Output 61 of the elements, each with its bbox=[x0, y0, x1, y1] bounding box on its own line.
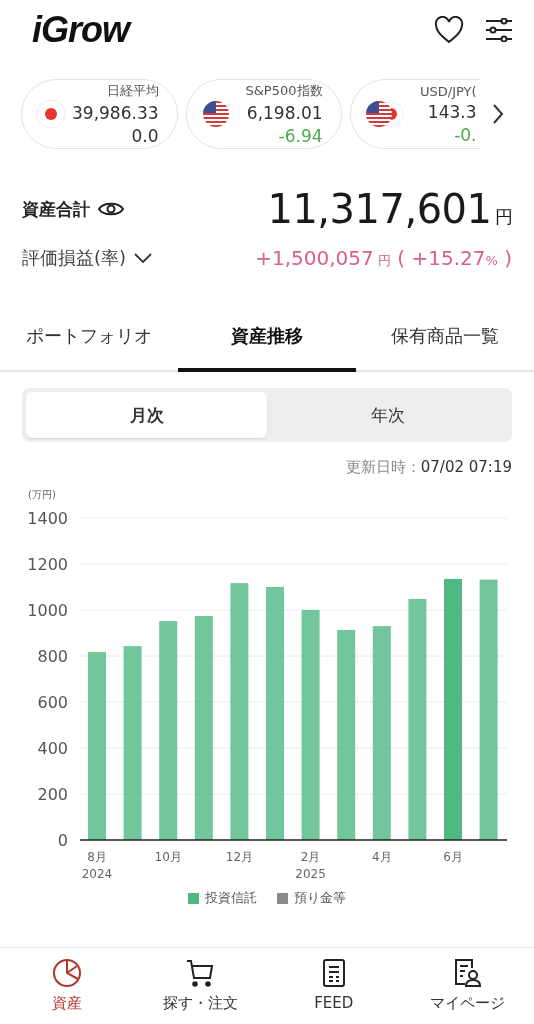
y-tick-label: 800 bbox=[37, 647, 68, 666]
ticker-change: -0. bbox=[454, 124, 477, 145]
bar[interactable] bbox=[194, 616, 213, 840]
tab[interactable]: 資産推移 bbox=[178, 310, 356, 372]
total-assets-label: 資産合計 bbox=[22, 197, 90, 221]
ticker-name: 日経平均 bbox=[106, 82, 159, 100]
x-tick-label: 4月 bbox=[372, 850, 392, 864]
ticker-change: 0.0 bbox=[131, 126, 159, 146]
bar[interactable] bbox=[408, 598, 427, 840]
x-tick-label: 6月 bbox=[443, 850, 463, 864]
bar[interactable] bbox=[159, 621, 178, 840]
bar[interactable] bbox=[444, 578, 462, 840]
x-tick-label: 12月 bbox=[225, 850, 254, 864]
ticker-price: 39,986.33 bbox=[72, 103, 159, 123]
bar[interactable] bbox=[88, 652, 106, 840]
legend-label: 投資信託 bbox=[205, 889, 257, 907]
profile-document-icon bbox=[452, 958, 483, 988]
axis-unit-label: (万円) bbox=[28, 489, 56, 500]
y-tick-label: 0 bbox=[57, 831, 68, 850]
bar[interactable] bbox=[266, 587, 284, 840]
cart-icon bbox=[185, 958, 216, 988]
eye-icon[interactable] bbox=[98, 200, 124, 218]
tab[interactable]: 保有商品一覧 bbox=[356, 310, 534, 372]
bar[interactable] bbox=[337, 630, 356, 840]
heart-icon[interactable] bbox=[434, 16, 464, 44]
legend-label: 預り金等 bbox=[294, 889, 346, 907]
nav-tab[interactable]: FEED bbox=[267, 948, 401, 1024]
total-assets-value: 11,317,601 円 bbox=[267, 186, 512, 232]
bar[interactable] bbox=[123, 646, 142, 840]
x-tick-label: 8月 2024 bbox=[81, 850, 113, 881]
tab[interactable]: ポートフォリオ bbox=[0, 310, 178, 372]
chevron-right-icon[interactable] bbox=[492, 103, 504, 125]
x-tick-label: 2月 2025 bbox=[295, 850, 326, 881]
y-tick-label: 1400 bbox=[27, 509, 68, 528]
y-tick-label: 200 bbox=[37, 785, 68, 804]
pie-chart-icon bbox=[51, 958, 82, 988]
ticker-price: 6,198.01 bbox=[246, 103, 323, 123]
period-option[interactable]: 年次 bbox=[267, 392, 508, 438]
ticker-change: -6.94 bbox=[278, 126, 323, 146]
updated-time: 更新日時：07/02 07:19 bbox=[344, 458, 513, 477]
ticker-name: S&P500指数 bbox=[245, 82, 323, 100]
profit-loss-value: +1,500,057 円 ( +15.27% ) bbox=[255, 246, 512, 270]
bar[interactable] bbox=[230, 583, 249, 840]
bar[interactable] bbox=[479, 579, 498, 840]
profit-loss-dropdown[interactable]: 評価損益(率) bbox=[22, 246, 153, 270]
nav-tab[interactable]: 資産 bbox=[0, 948, 134, 1024]
ticker-name: USD/JPY( bbox=[419, 83, 477, 99]
y-tick-label: 1200 bbox=[27, 555, 68, 574]
period-option[interactable]: 月次 bbox=[26, 392, 267, 438]
y-tick-label: 600 bbox=[37, 693, 68, 712]
x-tick-label: 10月 bbox=[154, 850, 182, 864]
nav-tab[interactable]: マイページ bbox=[400, 948, 534, 1024]
settings-sliders-icon[interactable] bbox=[486, 18, 512, 42]
chevron-down-icon bbox=[134, 253, 153, 263]
app-logo: iGrow bbox=[32, 9, 434, 51]
bar[interactable] bbox=[301, 610, 320, 840]
bar[interactable] bbox=[372, 626, 391, 840]
y-tick-label: 1000 bbox=[27, 601, 68, 620]
nav-tab[interactable]: 探す・注文 bbox=[133, 948, 267, 1024]
y-tick-label: 400 bbox=[37, 739, 68, 758]
ticker-price: 143.3 bbox=[427, 101, 477, 122]
